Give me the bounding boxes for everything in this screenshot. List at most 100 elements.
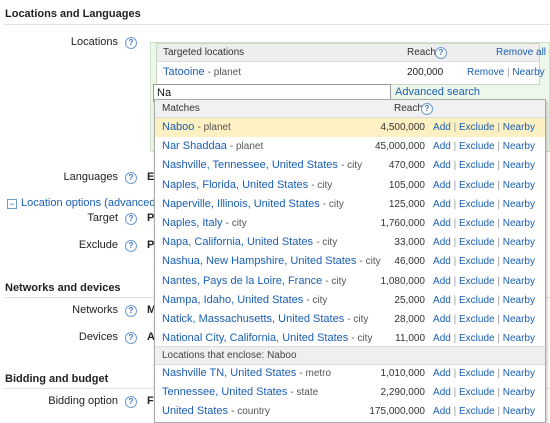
exclude-link[interactable]: Exclude (459, 333, 495, 344)
exclude-link[interactable]: Exclude (459, 122, 495, 133)
nearby-link[interactable]: Nearby (503, 160, 535, 171)
suggestion-type: - state (290, 387, 319, 399)
separator: | (497, 256, 500, 268)
add-link[interactable]: Add (433, 122, 451, 133)
targeted-location-name[interactable]: Tatooine (163, 66, 205, 78)
location-suggestion-row[interactable]: Nar Shaddaa - planet 45,000,000 Add | Excl… (155, 137, 545, 156)
advanced-search-link[interactable]: Advanced search (395, 86, 480, 98)
add-link[interactable]: Add (433, 218, 451, 229)
nearby-link[interactable]: Nearby (503, 333, 535, 344)
location-suggestion-row[interactable]: Nashua, New Hampshire, United States - c… (155, 252, 545, 271)
nearby-link[interactable]: Nearby (503, 180, 535, 191)
suggestion-name[interactable]: Naples, Florida, United States (162, 179, 308, 191)
nearby-link[interactable]: Nearby (503, 199, 535, 210)
help-icon[interactable]: ? (125, 240, 137, 252)
exclude-link[interactable]: Exclude (459, 276, 495, 287)
location-suggestion-row[interactable]: Nashville, Tennessee, United States - ci… (155, 156, 545, 175)
exclude-link[interactable]: Exclude (459, 406, 495, 417)
nearby-link[interactable]: Nearby (503, 122, 535, 133)
exclude-link[interactable]: Exclude (459, 160, 495, 171)
exclude-link[interactable]: Exclude (459, 199, 495, 210)
add-link[interactable]: Add (433, 256, 451, 267)
location-suggestion-row[interactable]: Tennessee, United States - state 2,290,00… (155, 383, 545, 402)
suggestion-name[interactable]: Nashville, Tennessee, United States (162, 159, 338, 171)
add-link[interactable]: Add (433, 180, 451, 191)
add-link[interactable]: Add (433, 141, 451, 152)
help-icon[interactable]: ? (421, 103, 433, 115)
suggestion-name[interactable]: Naperville, Illinois, United States (162, 198, 320, 210)
suggestion-name[interactable]: Nashville TN, United States (162, 367, 296, 379)
location-suggestion-row[interactable]: Nantes, Pays de la Loire, France - city 1… (155, 272, 545, 291)
matches-title: Matches (162, 103, 200, 114)
add-link[interactable]: Add (433, 237, 451, 248)
suggestion-name[interactable]: National City, California, United States (162, 332, 348, 344)
languages-label: Languages (63, 171, 118, 183)
nearby-link[interactable]: Nearby (503, 141, 535, 152)
add-link[interactable]: Add (433, 333, 451, 344)
nearby-link[interactable]: Nearby (503, 406, 535, 417)
help-icon[interactable]: ? (125, 37, 137, 49)
add-link[interactable]: Add (433, 160, 451, 171)
remove-all-link[interactable]: Remove all (496, 47, 546, 58)
suggestion-name[interactable]: Natick, Massachusetts, United States (162, 313, 344, 325)
exclude-link[interactable]: Exclude (459, 218, 495, 229)
help-icon[interactable]: ? (435, 47, 447, 59)
location-suggestion-row[interactable]: Naples, Italy - city 1,760,000 Add | Exclu… (155, 214, 545, 233)
add-link[interactable]: Add (433, 368, 451, 379)
add-link[interactable]: Add (433, 276, 451, 287)
reach-header: Reach (407, 47, 436, 58)
suggestion-name[interactable]: Nantes, Pays de la Loire, France (162, 275, 322, 287)
suggestion-name[interactable]: Naples, Italy (162, 217, 223, 229)
help-icon[interactable]: ? (125, 396, 137, 408)
location-suggestion-row[interactable]: Nashville TN, United States - metro 1,010… (155, 364, 545, 383)
help-icon[interactable]: ? (125, 332, 137, 344)
exclude-link[interactable]: Exclude (459, 295, 495, 306)
help-icon[interactable]: ? (125, 213, 137, 225)
exclude-link[interactable]: Exclude (459, 387, 495, 398)
exclude-link[interactable]: Exclude (459, 368, 495, 379)
suggestion-name[interactable]: Nashua, New Hampshire, United States (162, 255, 356, 267)
location-suggestion-row[interactable]: Naperville, Illinois, United States - ci… (155, 195, 545, 214)
nearby-link[interactable]: Nearby (503, 314, 535, 325)
collapse-icon[interactable]: − (7, 199, 17, 209)
suggestion-name[interactable]: United States (162, 405, 228, 417)
bidding-option-value[interactable]: F (147, 395, 154, 407)
suggestion-type: - city (351, 333, 373, 345)
nearby-link[interactable]: Nearby (503, 237, 535, 248)
exclude-link[interactable]: Exclude (459, 256, 495, 267)
location-suggestion-row[interactable]: United States - country 175,000,000 Add | … (155, 402, 545, 421)
suggestion-name[interactable]: Naboo (162, 121, 194, 133)
nearby-link[interactable]: Nearby (503, 295, 535, 306)
exclude-link[interactable]: Exclude (459, 141, 495, 152)
add-link[interactable]: Add (433, 199, 451, 210)
nearby-link[interactable]: Nearby (503, 368, 535, 379)
nearby-link[interactable]: Nearby (512, 67, 544, 78)
location-suggestion-row[interactable]: Nampa, Idaho, United States - city 25,000… (155, 291, 545, 310)
add-link[interactable]: Add (433, 406, 451, 417)
nearby-link[interactable]: Nearby (503, 276, 535, 287)
targeted-location-row: Tatooine - planet 200,000 Remove | Nearb… (157, 62, 545, 84)
suggestion-name[interactable]: Tennessee, United States (162, 386, 287, 398)
nearby-link[interactable]: Nearby (503, 256, 535, 267)
suggestion-name[interactable]: Nampa, Idaho, United States (162, 294, 303, 306)
nearby-link[interactable]: Nearby (503, 387, 535, 398)
remove-link[interactable]: Remove (467, 67, 504, 78)
add-link[interactable]: Add (433, 295, 451, 306)
exclude-link[interactable]: Exclude (459, 237, 495, 248)
exclude-link[interactable]: Exclude (459, 180, 495, 191)
location-suggestion-row[interactable]: Naboo - planet 4,500,000 Add | Exclude | N… (155, 118, 545, 137)
location-suggestion-row[interactable]: Natick, Massachusetts, United States - c… (155, 310, 545, 329)
suggestion-name[interactable]: Nar Shaddaa (162, 140, 227, 152)
exclude-link[interactable]: Exclude (459, 314, 495, 325)
location-suggestion-row[interactable]: Napa, California, United States - city 33… (155, 233, 545, 252)
add-link[interactable]: Add (433, 314, 451, 325)
suggestion-name[interactable]: Napa, California, United States (162, 236, 313, 248)
nearby-link[interactable]: Nearby (503, 218, 535, 229)
suggestion-reach: 46,000 (394, 256, 425, 268)
location-options-toggle[interactable]: Location options (advanced) (21, 197, 159, 209)
add-link[interactable]: Add (433, 387, 451, 398)
help-icon[interactable]: ? (125, 305, 137, 317)
location-suggestion-row[interactable]: Naples, Florida, United States - city 105… (155, 176, 545, 195)
separator: | (453, 333, 457, 345)
help-icon[interactable]: ? (125, 172, 137, 184)
